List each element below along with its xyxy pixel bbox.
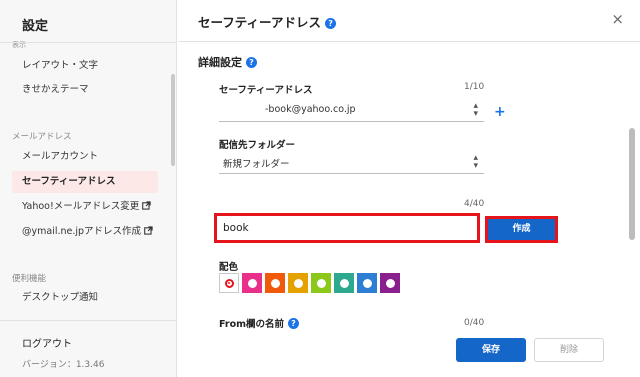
detail-settings-title: 詳細設定? xyxy=(198,54,257,70)
safety-address-label: セーフティーアドレス xyxy=(219,85,313,96)
keyword-input[interactable] xyxy=(217,216,477,240)
sidebar-scrollbar[interactable] xyxy=(171,74,175,166)
keyword-input-highlight xyxy=(214,213,480,243)
address-counter: 1/10 xyxy=(464,82,485,92)
delete-button[interactable]: 削除 xyxy=(534,338,604,362)
sidebar-item-safety-address[interactable]: セーフティーアドレス xyxy=(12,171,158,193)
keyword-counter: 4/40 xyxy=(464,199,485,209)
safety-address-select[interactable]: -book@yahoo.co.jp ▴ ▾ xyxy=(219,100,484,122)
color-label: 配色 xyxy=(219,262,239,273)
swatch-dot xyxy=(362,278,372,288)
version-text: バージョン：1.3.46 xyxy=(22,360,105,370)
color-swatch[interactable] xyxy=(380,273,400,293)
radio-selected-icon xyxy=(224,278,234,288)
detail-settings-text: 詳細設定 xyxy=(198,56,242,69)
help-icon[interactable]: ? xyxy=(325,18,337,29)
save-button[interactable]: 保存 xyxy=(456,338,526,362)
sidebar-item-theme[interactable]: きせかえテーマ xyxy=(12,79,158,101)
swatch-dot xyxy=(293,278,303,288)
from-name-text: From欄の名前 xyxy=(219,319,284,330)
sidebar-footer-divider xyxy=(0,320,177,321)
folder-value: 新規フォルダー xyxy=(223,159,290,170)
sidebar-item-label: Yahoo!メールアドレス変更 xyxy=(22,201,140,212)
select-arrows-icon: ▴ ▾ xyxy=(473,153,478,171)
color-swatch[interactable] xyxy=(242,273,262,293)
sidebar-section-convenience: 便利機能 xyxy=(12,274,47,284)
color-swatch[interactable] xyxy=(357,273,377,293)
help-icon[interactable]: ? xyxy=(246,57,257,68)
settings-sidebar: 設定 表示 レイアウト・文字 きせかえテーマ メールアドレス メールアカウント … xyxy=(0,0,177,377)
safety-address-value: -book@yahoo.co.jp xyxy=(265,104,356,115)
sidebar-item-desktop-notify[interactable]: デスクトップ通知 xyxy=(12,287,158,309)
folder-label: 配信先フォルダー xyxy=(219,140,296,151)
external-link-icon xyxy=(142,201,151,210)
color-swatch[interactable] xyxy=(265,273,285,293)
swatch-dot xyxy=(270,278,280,288)
sidebar-divider xyxy=(0,42,177,43)
close-icon[interactable]: × xyxy=(611,10,624,28)
color-swatch[interactable] xyxy=(288,273,308,293)
sidebar-item-layout[interactable]: レイアウト・文字 xyxy=(12,55,158,77)
select-arrows-icon: ▴ ▾ xyxy=(473,101,478,119)
sidebar-title: 設定 xyxy=(22,19,49,34)
page-header: セーフティーアドレス? × xyxy=(178,0,640,42)
sidebar-section-mail: メールアドレス xyxy=(12,132,72,142)
folder-select[interactable]: 新規フォルダー ▴ ▾ xyxy=(219,152,484,174)
color-swatch[interactable] xyxy=(311,273,331,293)
swatch-dot xyxy=(339,278,349,288)
swatch-dot xyxy=(385,278,395,288)
color-swatches xyxy=(219,273,403,293)
main-scrollbar[interactable] xyxy=(629,128,635,240)
external-link-icon xyxy=(144,226,153,235)
add-icon[interactable]: + xyxy=(494,104,506,120)
color-swatch[interactable] xyxy=(334,273,354,293)
sidebar-item-ymail-create[interactable]: @ymail.ne.jpアドレス作成 xyxy=(12,221,158,243)
help-icon[interactable]: ? xyxy=(288,318,299,329)
swatch-dot xyxy=(316,278,326,288)
sidebar-item-mail-account[interactable]: メールアカウント xyxy=(12,146,158,168)
page-title: セーフティーアドレス? xyxy=(198,12,337,31)
from-name-label: From欄の名前? xyxy=(219,316,299,330)
sidebar-item-label: @ymail.ne.jpアドレス作成 xyxy=(22,226,142,237)
sidebar-item-yahoo-change[interactable]: Yahoo!メールアドレス変更 xyxy=(12,196,158,218)
from-name-counter: 0/40 xyxy=(464,318,485,328)
create-button[interactable]: 作成 xyxy=(488,219,555,240)
swatch-dot xyxy=(247,278,257,288)
page-title-text: セーフティーアドレス xyxy=(198,15,322,30)
color-swatch-selected[interactable] xyxy=(219,273,239,293)
create-button-highlight: 作成 xyxy=(485,216,558,243)
logout-link[interactable]: ログアウト xyxy=(22,335,72,350)
